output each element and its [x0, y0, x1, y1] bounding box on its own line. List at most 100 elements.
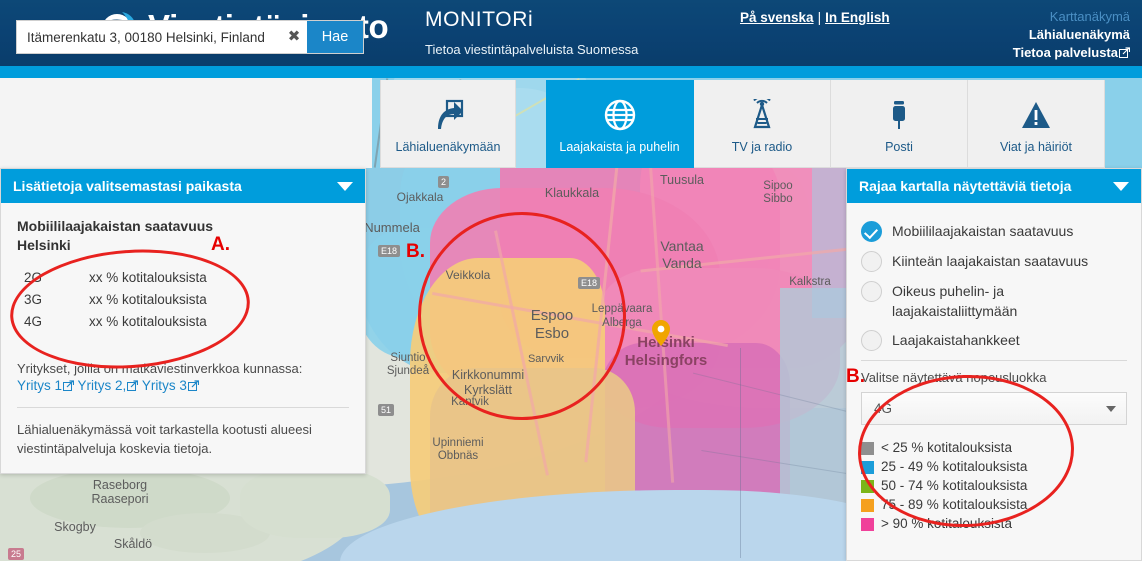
- toolbar-background: [0, 78, 372, 168]
- legend-row: 25 - 49 % kotitalouksista: [861, 458, 1127, 476]
- right-filter-panel: Rajaa kartalla näytettäviä tietoja Mobii…: [846, 168, 1142, 561]
- map-label: Sipoo: [763, 180, 793, 192]
- tab-label: Viat ja häiriöt: [999, 140, 1073, 154]
- chevron-down-icon: [1106, 405, 1116, 412]
- availability-value: xx % kotitalouksista: [89, 270, 207, 285]
- legend-label: > 90 % kotitalouksista: [881, 516, 1012, 531]
- external-link-icon: [1119, 45, 1131, 58]
- map-label: Raasepori: [91, 492, 149, 506]
- radio-unchecked-icon: [861, 281, 882, 302]
- header-view-links: Karttanäkymä Lähialuenäkymä Tietoa palve…: [1013, 8, 1131, 62]
- tab-lahialuenakymaan[interactable]: Lähialuenäkymään: [380, 80, 516, 168]
- warning-triangle-icon: [1020, 94, 1052, 136]
- annotation-letter-b-map: B.: [406, 241, 425, 262]
- map-label: 51: [378, 404, 395, 416]
- right-panel-body: Mobiililaajakaistan saatavuus Kiinteän l…: [847, 203, 1141, 546]
- map-label: Kantvik: [451, 396, 489, 408]
- availability-row: 4G xx % kotitalouksista: [17, 311, 349, 333]
- map-label: Skåldö: [113, 537, 153, 551]
- language-switcher: På svenska | In English: [740, 10, 890, 25]
- header-link-map-view[interactable]: Karttanäkymä: [1013, 8, 1130, 26]
- map-label: Esbo: [534, 325, 570, 342]
- left-panel-body: Mobiililaajakaistan saatavuus Helsinki 2…: [1, 203, 365, 472]
- address-search-box[interactable]: ✖ Hae: [16, 20, 364, 54]
- right-panel-divider: [861, 360, 1127, 361]
- radio-label: Laajakaistahankkeet: [892, 332, 1020, 348]
- legend-row: < 25 % kotitalouksista: [861, 439, 1127, 457]
- radio-option-laajakaistahankkeet[interactable]: Laajakaistahankkeet: [861, 330, 1127, 351]
- tab-label: Posti: [885, 140, 913, 154]
- radio-checked-icon: [861, 221, 882, 242]
- header-link-about-service[interactable]: Tietoa palvelusta: [1013, 44, 1131, 62]
- tab-spacer: [516, 80, 546, 168]
- lang-link-swedish[interactable]: På svenska: [740, 10, 814, 25]
- radio-option-kiintean-laajakaistan-saatavuus[interactable]: Kiinteän laajakaistan saatavuus: [861, 251, 1127, 272]
- map-label: Sarvvik: [527, 353, 565, 365]
- speed-class-dropdown[interactable]: 4G: [861, 392, 1127, 425]
- lang-link-english[interactable]: In English: [825, 10, 890, 25]
- radio-option-mobiililaajakaistan-saatavuus[interactable]: Mobiililaajakaistan saatavuus: [861, 221, 1127, 242]
- radio-option-oikeus-puhelin-ja-laajakaistaliittymaan[interactable]: Oikeus puhelin- ja laajakaistaliittymään: [861, 281, 1127, 321]
- map-label: Nummela: [364, 220, 420, 235]
- external-link-icon: [187, 379, 199, 391]
- search-input[interactable]: [17, 21, 281, 53]
- chevron-down-icon[interactable]: [1113, 181, 1129, 191]
- tab-posti[interactable]: Posti: [831, 80, 968, 168]
- radio-unchecked-icon: [861, 330, 882, 351]
- map-label: Upinniemi: [432, 437, 484, 449]
- main-nav-tabs: Lähialuenäkymään Laajakaista ja puhelin: [380, 80, 1105, 168]
- map-label: E18: [378, 245, 401, 257]
- speed-class-label: Valitse näytettävä nopeusluokka: [861, 370, 1047, 385]
- app-title: MONITORi: [425, 8, 534, 31]
- map-label: Veikkola: [445, 268, 491, 282]
- left-panel-title: Lisätietoja valitsemastasi paikasta: [13, 178, 242, 194]
- left-panel-header[interactable]: Lisätietoja valitsemastasi paikasta: [1, 169, 365, 203]
- map-label: Helsingfors: [624, 352, 708, 369]
- legend-swatch: [861, 498, 874, 512]
- legend-label: 25 - 49 % kotitalouksista: [881, 459, 1028, 474]
- radio-label: Kiinteän laajakaistan saatavuus: [892, 253, 1089, 269]
- operator-link-3[interactable]: Yritys 3: [142, 378, 187, 393]
- radio-label: Oikeus puhelin- ja laajakaistaliittymään: [892, 283, 1018, 319]
- operator-links: Yritys 1 Yritys 2, Yritys 3: [17, 378, 349, 393]
- clear-search-button[interactable]: ✖: [281, 21, 307, 53]
- map-label: E18: [578, 277, 601, 289]
- header-link-local-view[interactable]: Lähialuenäkymä: [1013, 26, 1130, 44]
- operator-link-2[interactable]: Yritys 2,: [78, 378, 127, 393]
- tab-laajakaista-ja-puhelin[interactable]: Laajakaista ja puhelin: [546, 80, 694, 168]
- availability-value: xx % kotitalouksista: [89, 292, 207, 307]
- map-label: Kirkkonummi: [451, 368, 525, 382]
- operator-link-1[interactable]: Yritys 1: [17, 378, 62, 393]
- speed-class-value: 4G: [874, 401, 893, 416]
- header-accent-stripe: [0, 66, 1142, 78]
- lang-separator: |: [817, 10, 822, 25]
- legend-swatch: [861, 479, 874, 493]
- tab-label: Lähialuenäkymään: [395, 140, 501, 154]
- map-label: Obbnäs: [437, 450, 479, 462]
- availability-tech: 4G: [24, 314, 43, 329]
- map-label: Sibbo: [763, 193, 793, 205]
- tab-viat-ja-hairiot[interactable]: Viat ja häiriöt: [968, 80, 1105, 168]
- external-link-icon: [127, 379, 139, 391]
- availability-tech: 2G: [24, 270, 43, 285]
- map-label: 25: [8, 548, 25, 560]
- availability-heading-line2: Helsinki: [17, 237, 71, 253]
- globe-icon: [604, 94, 636, 136]
- chevron-down-icon[interactable]: [337, 181, 353, 191]
- tab-label: TV ja radio: [731, 140, 793, 154]
- map-label: Vantaa: [660, 238, 704, 254]
- right-panel-header[interactable]: Rajaa kartalla näytettäviä tietoja: [847, 169, 1141, 203]
- mailbox-icon: [883, 94, 915, 136]
- search-submit-button[interactable]: Hae: [307, 21, 363, 53]
- arrow-out-of-box-icon: [431, 94, 465, 136]
- legend-label: < 25 % kotitalouksista: [881, 440, 1012, 455]
- legend-swatch: [861, 517, 874, 531]
- tab-tv-ja-radio[interactable]: TV ja radio: [694, 80, 831, 168]
- map-label: Skogby: [54, 520, 96, 534]
- map-label: 2: [438, 176, 450, 188]
- legend-swatch: [861, 460, 874, 474]
- availability-tech: 3G: [24, 292, 43, 307]
- map-label: Tuusula: [659, 173, 705, 187]
- radio-label: Mobiililaajakaistan saatavuus: [892, 223, 1074, 239]
- availability-row: 3G xx % kotitalouksista: [17, 289, 349, 311]
